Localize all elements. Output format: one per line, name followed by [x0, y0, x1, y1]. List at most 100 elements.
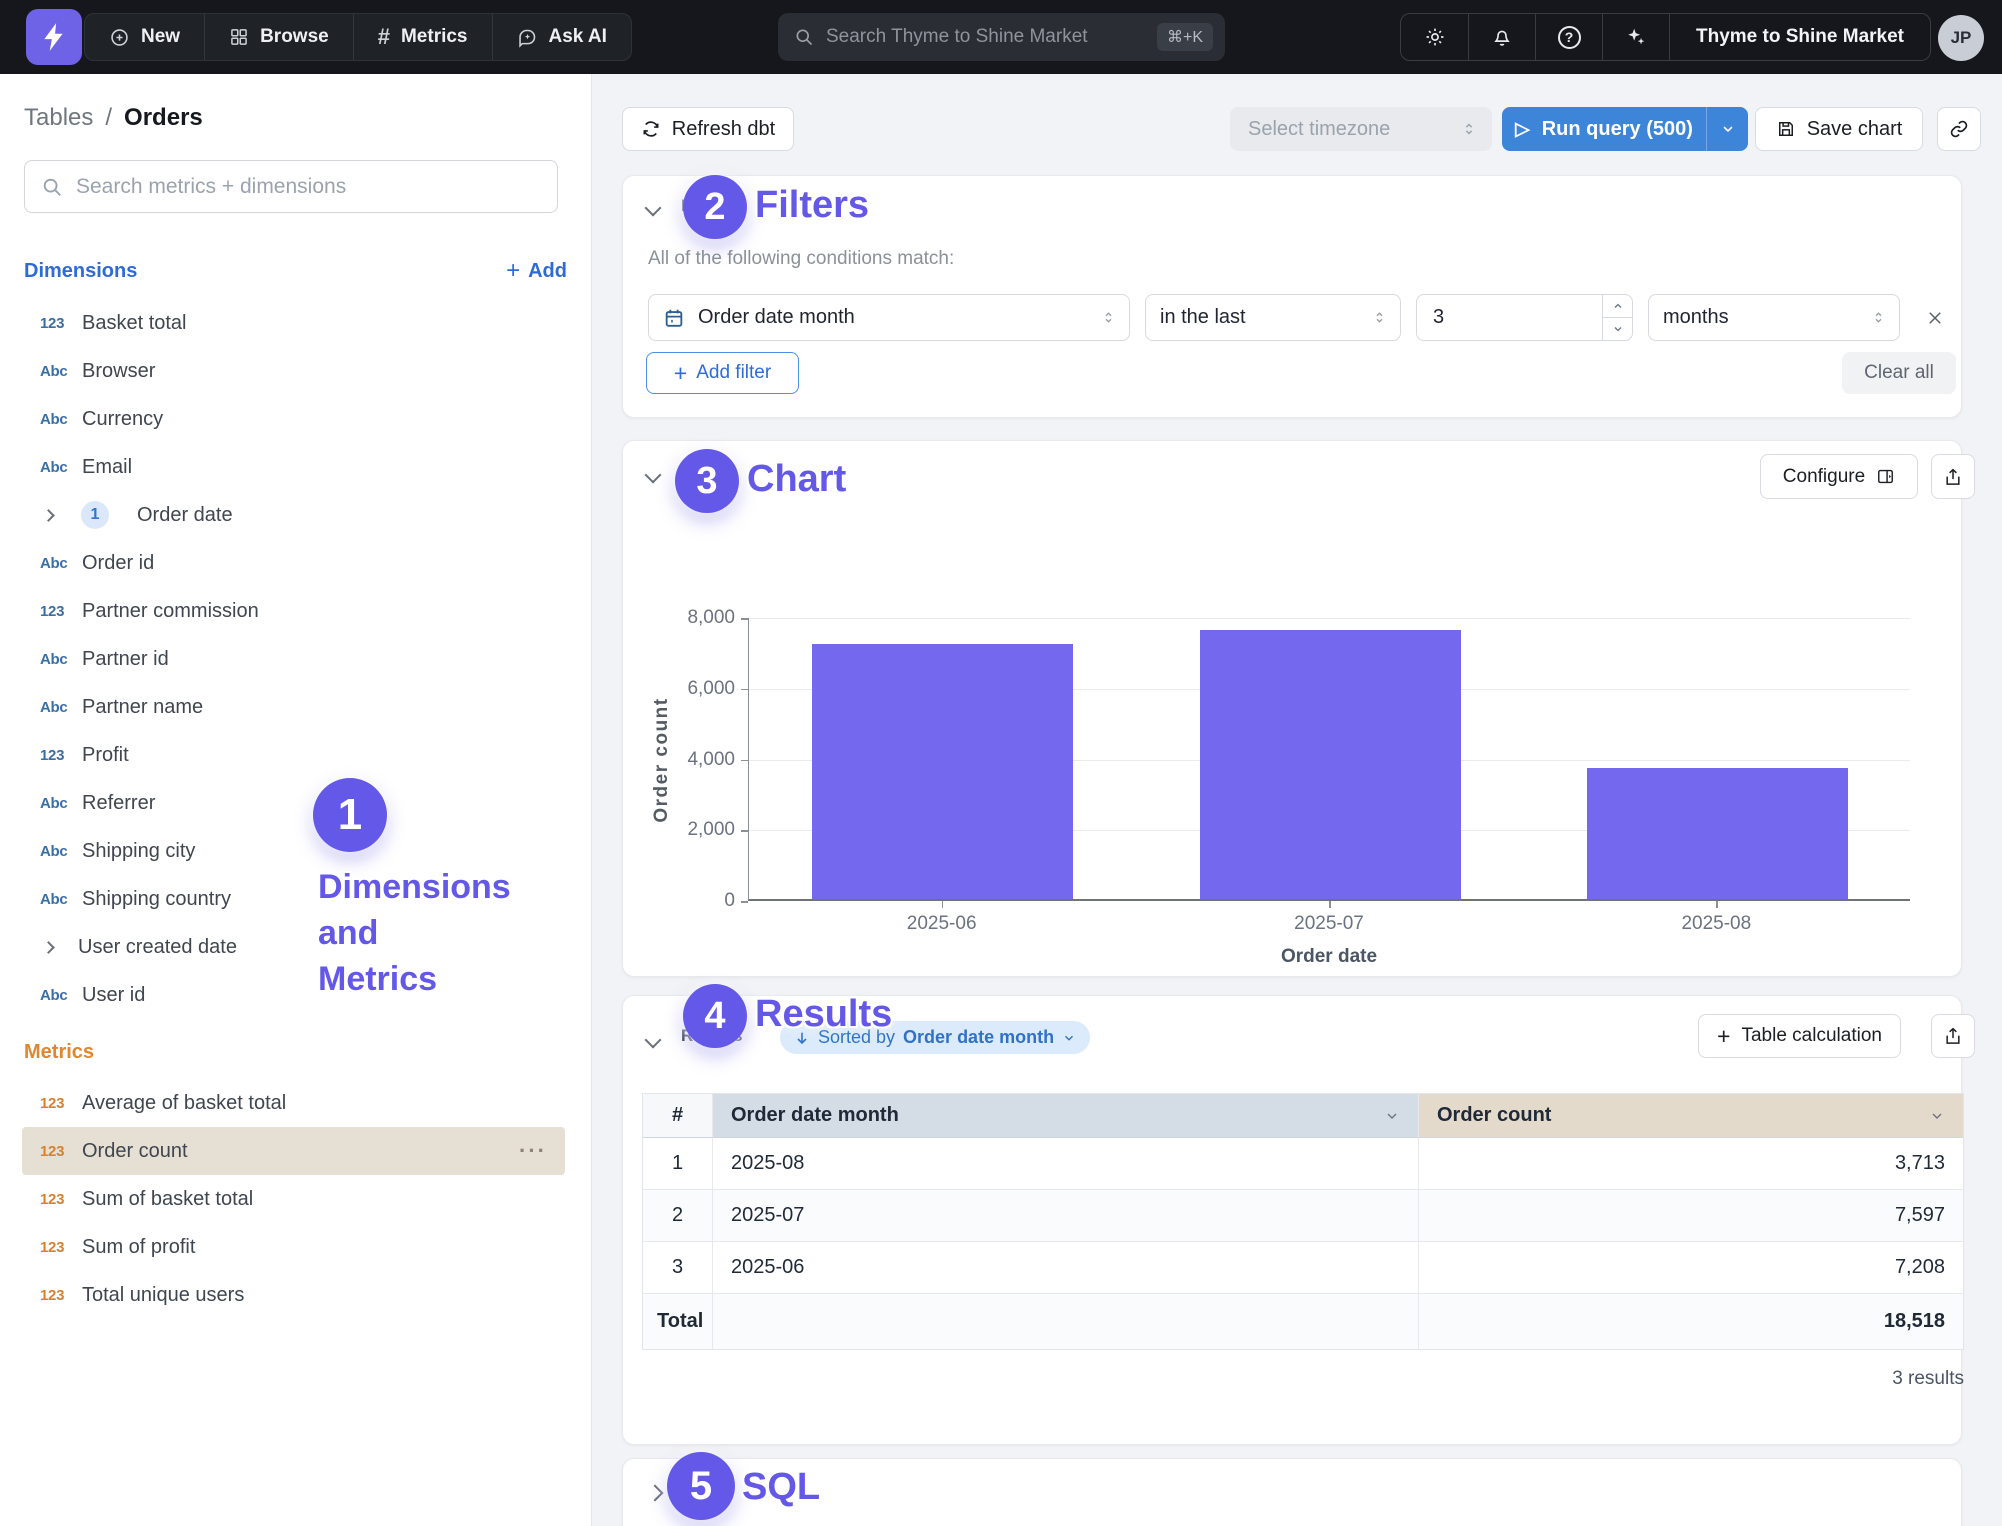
fields-search-input[interactable] [76, 175, 541, 199]
results-count: 3 results [642, 1368, 1964, 1390]
top-nav: New Browse # Metrics Ask AI ⌘+K [0, 0, 2002, 74]
link-icon [1949, 119, 1969, 139]
dimension-cell[interactable]: 2025-07 [713, 1190, 1419, 1242]
add-filter-button[interactable]: + Add filter [646, 352, 799, 394]
collapse-chevron-icon[interactable] [645, 200, 662, 217]
dimension-cell[interactable]: 2025-06 [713, 1242, 1419, 1294]
sidebar-item-referrer[interactable]: AbcReferrer [0, 779, 591, 827]
string-type-icon: Abc [40, 795, 82, 812]
sidebar-item-basket-total[interactable]: 123Basket total [0, 299, 591, 347]
clear-all-filters-button[interactable]: Clear all [1842, 352, 1956, 394]
sidebar-item-average-of-basket-total[interactable]: 123Average of basket total [0, 1079, 591, 1127]
sidebar-item-partner-id[interactable]: AbcPartner id [0, 635, 591, 683]
sidebar-item-currency[interactable]: AbcCurrency [0, 395, 591, 443]
sidebar-item-total-unique-users[interactable]: 123Total unique users [0, 1271, 591, 1319]
timezone-select[interactable]: Select timezone [1230, 107, 1492, 151]
sidebar-item-shipping-city[interactable]: AbcShipping city [0, 827, 591, 875]
breadcrumb-tables-link[interactable]: Tables [24, 104, 93, 132]
sidebar-item-partner-commission[interactable]: 123Partner commission [0, 587, 591, 635]
y-axis-tick-label: 0 [623, 890, 735, 912]
share-link-button[interactable] [1937, 107, 1981, 151]
filter-operator-select[interactable]: in the last [1145, 294, 1401, 341]
plus-icon: + [674, 360, 687, 387]
column-header-order-count[interactable]: Order count [1419, 1094, 1963, 1138]
chart-bar[interactable] [812, 644, 1073, 899]
sidebar-item-browser[interactable]: AbcBrowser [0, 347, 591, 395]
chart-panel: Chart Configure Order date Order count 0… [622, 440, 1962, 977]
fields-search[interactable] [24, 160, 558, 213]
sidebar-item-sum-of-basket-total[interactable]: 123Sum of basket total [0, 1175, 591, 1223]
sidebar-item-user-id[interactable]: AbcUser id [0, 971, 591, 1019]
stepper-down-button[interactable] [1603, 317, 1632, 340]
sidebar-item-partner-name[interactable]: AbcPartner name [0, 683, 591, 731]
nav-browse-button[interactable]: Browse [204, 14, 353, 60]
settings-button[interactable] [1401, 14, 1468, 60]
sidebar-item-label: Email [82, 456, 132, 479]
ai-sparkles-button[interactable] [1602, 14, 1669, 60]
filter-field-select[interactable]: Order date month [648, 294, 1130, 341]
add-dimension-button[interactable]: +Add [506, 259, 567, 283]
filters-section-label[interactable]: Filters [681, 196, 732, 216]
string-type-icon: Abc [40, 411, 82, 428]
row-index-cell[interactable]: 2 [643, 1190, 713, 1242]
metric-cell[interactable]: 7,597 [1419, 1190, 1963, 1242]
nav-ask-ai-button[interactable]: Ask AI [492, 14, 631, 60]
save-chart-button[interactable]: Save chart [1755, 107, 1923, 151]
search-icon [794, 27, 814, 47]
play-icon: ▷ [1515, 120, 1530, 139]
number-type-icon: 123 [40, 1191, 82, 1208]
refresh-dbt-button[interactable]: Refresh dbt [622, 107, 794, 151]
table-row[interactable]: 12025-083,713 [643, 1138, 1963, 1190]
row-index-cell[interactable]: 3 [643, 1242, 713, 1294]
run-query-dropdown[interactable] [1706, 107, 1748, 151]
sidebar-item-email[interactable]: AbcEmail [0, 443, 591, 491]
sidebar-item-label: Profit [82, 744, 129, 767]
dimension-cell[interactable]: 2025-08 [713, 1138, 1419, 1190]
notifications-button[interactable] [1468, 14, 1535, 60]
sidebar-item-order-id[interactable]: AbcOrder id [0, 539, 591, 587]
sidebar-item-label: Shipping city [82, 840, 195, 863]
project-name[interactable]: Thyme to Shine Market [1669, 14, 1930, 60]
help-button[interactable]: ? [1535, 14, 1602, 60]
sidebar-item-shipping-country[interactable]: AbcShipping country [0, 875, 591, 923]
chevron-right-icon[interactable] [42, 941, 55, 954]
export-results-button[interactable] [1931, 1014, 1975, 1058]
nav-metrics-button[interactable]: # Metrics [353, 14, 492, 60]
chevron-right-icon[interactable] [42, 509, 55, 522]
sidebar-item-order-count[interactable]: 123Order count··· [22, 1127, 565, 1175]
filter-value-number[interactable] [1417, 306, 1557, 329]
app-logo[interactable] [26, 9, 82, 65]
remove-filter-button[interactable] [1921, 304, 1949, 332]
chevron-down-icon [1929, 1108, 1945, 1124]
run-query-button[interactable]: ▷ Run query (500) [1502, 107, 1748, 151]
row-index-cell[interactable]: 1 [643, 1138, 713, 1190]
chart-bar[interactable] [1587, 768, 1848, 899]
metric-cell[interactable]: 7,208 [1419, 1242, 1963, 1294]
nav-new-button[interactable]: New [85, 14, 204, 60]
sidebar-item-order-date[interactable]: 1Order date [0, 491, 591, 539]
sidebar-item-label: Browser [82, 360, 155, 383]
global-search[interactable]: ⌘+K [778, 13, 1225, 61]
metric-cell[interactable]: 3,713 [1419, 1138, 1963, 1190]
table-row[interactable]: 32025-067,208 [643, 1242, 1963, 1294]
global-search-input[interactable] [826, 26, 1157, 48]
stepper-up-button[interactable] [1603, 295, 1632, 317]
item-menu-icon[interactable]: ··· [519, 1138, 547, 1164]
filter-unit-select[interactable]: months [1648, 294, 1900, 341]
chart-bar[interactable] [1200, 630, 1461, 899]
expand-chevron-icon[interactable] [647, 1485, 664, 1502]
column-header-order-date-month[interactable]: Order date month [713, 1094, 1419, 1138]
user-avatar[interactable]: JP [1938, 15, 1984, 61]
results-section-label[interactable]: Results [681, 1026, 742, 1046]
string-type-icon: Abc [40, 651, 82, 668]
keyboard-shortcut-badge: ⌘+K [1157, 23, 1213, 51]
breadcrumb-current-table: Orders [124, 104, 203, 132]
sidebar-item-sum-of-profit[interactable]: 123Sum of profit [0, 1223, 591, 1271]
sorted-by-badge[interactable]: Sorted by Order date month [780, 1021, 1090, 1054]
sidebar-item-user-created-date[interactable]: User created date [0, 923, 591, 971]
sidebar-item-profit[interactable]: 123Profit [0, 731, 591, 779]
collapse-chevron-icon[interactable] [645, 1032, 662, 1049]
table-row[interactable]: 22025-077,597 [643, 1190, 1963, 1242]
sql-section-label[interactable]: SQL [681, 1481, 716, 1501]
table-calculation-button[interactable]: + Table calculation [1698, 1014, 1901, 1058]
